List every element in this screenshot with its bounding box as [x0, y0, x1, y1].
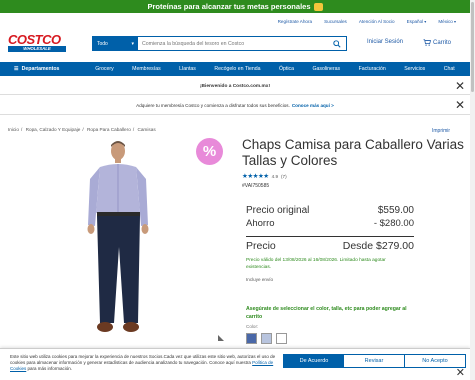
promo-banner[interactable]: Proteínas para alcanzar tus metas person… — [0, 0, 470, 13]
promo-text: Proteínas para alcanzar tus metas person… — [147, 2, 311, 11]
membership-link[interactable]: Conoce más aquí > — [292, 103, 334, 108]
branches-link[interactable]: Sucursales — [318, 19, 353, 24]
color-label: Color: — [246, 324, 259, 329]
hamburger-icon: ☰ — [14, 66, 19, 72]
color-swatch[interactable] — [246, 333, 257, 344]
nav-item-llantas[interactable]: Llantas — [179, 66, 196, 72]
nav-item-membresias[interactable]: Membresías — [132, 66, 161, 72]
language-select[interactable]: Español — [401, 19, 433, 24]
nav-item-facturacion[interactable]: Facturación — [359, 66, 386, 72]
cookie-text-end: para más información. — [27, 366, 73, 372]
discount-badge: % — [196, 138, 223, 165]
nav-item-optica[interactable]: Óptica — [279, 66, 294, 72]
reject-cookies-button[interactable]: No Acepto — [404, 354, 466, 368]
sign-in-link[interactable]: Iniciar Sesión — [367, 39, 403, 45]
cookie-text-block: Este sitio web utiliza cookies para mejo… — [10, 354, 280, 373]
item-number: #VAI750585 — [242, 183, 270, 189]
logo-wordmark: COSTCO — [8, 32, 61, 47]
welcome-text: ¡Bienvenido a Costco.com.mx! — [199, 83, 271, 89]
country-select[interactable]: México — [432, 19, 462, 24]
price-from-label: Desde — [342, 240, 374, 252]
accept-cookies-button[interactable]: De Acuerdo — [283, 354, 345, 368]
rating-stars-icon: ★★★★★ — [242, 173, 269, 180]
register-link[interactable]: Regístrate Ahora — [272, 19, 318, 24]
cart-link[interactable]: Carrito — [423, 39, 451, 46]
membership-banner: Adquiere tu membresía Costco y comienza … — [0, 97, 470, 115]
support-link[interactable]: Atención Al Socio — [353, 19, 401, 24]
top-links: Regístrate Ahora Sucursales Atención Al … — [0, 15, 470, 27]
nav-item-grocery[interactable]: Grocery — [95, 66, 113, 72]
search-input[interactable] — [138, 37, 328, 50]
original-price-value: $559.00 — [377, 205, 414, 216]
color-swatch[interactable] — [276, 333, 287, 344]
search-button[interactable] — [328, 37, 346, 50]
rating-value: 4.9 — [271, 173, 279, 179]
selection-note: Asegúrate de seleccionar el color, talla… — [246, 306, 407, 320]
final-price-row: Precio Desde $279.00 — [246, 240, 414, 254]
savings-label: Ahorro — [246, 218, 275, 229]
breadcrumb-item[interactable]: Ropa, Calzado Y Equipaje — [26, 127, 81, 132]
final-price-group: Desde $279.00 — [343, 240, 414, 254]
breadcrumb-item[interactable]: Ropa Para Caballero — [87, 127, 131, 132]
original-price-label: Precio original — [246, 205, 310, 216]
price-validity: Precio válido del 13/08/2026 al 16/08/20… — [246, 258, 386, 270]
search-icon — [333, 39, 341, 48]
color-swatches — [246, 333, 287, 344]
welcome-banner: ¡Bienvenido a Costco.com.mx! ✕ — [0, 78, 470, 95]
nav-item-chat[interactable]: Chat — [444, 66, 455, 72]
nav-item-recogelo[interactable]: Recógelo en Tienda — [214, 66, 260, 72]
review-cookies-button[interactable]: Revisar — [343, 354, 405, 368]
product-image[interactable] — [78, 137, 228, 345]
scrollbar-thumb[interactable] — [471, 2, 474, 92]
nav-item-gasolineras[interactable]: Gasolineras — [312, 66, 340, 72]
costco-logo[interactable]: COSTCO WHOLESALE — [8, 33, 69, 53]
final-price-label: Precio — [246, 240, 276, 252]
cookie-banner: Este sitio web utiliza cookies para mejo… — [0, 348, 470, 380]
nav-items: Grocery Membresías Llantas Recógelo en T… — [86, 66, 470, 72]
final-price-value: $279.00 — [376, 240, 414, 252]
close-icon[interactable]: ✕ — [456, 368, 465, 379]
close-icon[interactable]: ✕ — [455, 80, 465, 92]
breadcrumb-item[interactable]: Camisas — [137, 127, 155, 132]
chevron-down-icon: ▾ — [131, 40, 134, 47]
departments-menu[interactable]: ☰ Departamentos — [0, 66, 86, 72]
close-icon[interactable]: ✕ — [455, 99, 465, 111]
main-nav: ☰ Departamentos Grocery Membresías Llant… — [0, 62, 470, 76]
nav-item-servicios[interactable]: Servicios — [404, 66, 425, 72]
price-divider — [246, 236, 414, 237]
savings-row: Ahorro - $280.00 — [246, 218, 414, 231]
membership-text: Adquiere tu membresía Costco y comienza … — [136, 103, 290, 108]
departments-label: Departamentos — [21, 66, 60, 72]
rating-count: (7) — [281, 173, 287, 179]
site-header: COSTCO WHOLESALE Todo ▾ Iniciar Sesión C… — [0, 28, 470, 60]
cart-icon — [423, 39, 431, 46]
price-box: Precio original $559.00 Ahorro - $280.00… — [246, 205, 414, 282]
color-swatch[interactable] — [261, 333, 272, 344]
original-price-row: Precio original $559.00 — [246, 205, 414, 218]
savings-value: - $280.00 — [373, 218, 414, 229]
cookie-text: Este sitio web utiliza cookies para mejo… — [10, 354, 276, 366]
page-scrollbar[interactable] — [470, 0, 475, 380]
search-category-select[interactable]: Todo ▾ — [93, 37, 138, 50]
print-link[interactable]: Imprimir — [432, 128, 450, 134]
search-bar: Todo ▾ — [92, 36, 347, 51]
breadcrumb: Inicio / Ropa, Calzado Y Equipaje / Ropa P… — [8, 127, 156, 132]
search-category-label: Todo — [97, 40, 108, 47]
product-rating[interactable]: ★★★★★ 4.9 (7) — [242, 172, 287, 180]
breadcrumb-item[interactable]: Inicio — [8, 127, 19, 132]
shipping-note: Incluye envío — [246, 277, 274, 282]
product-title: Chaps Camisa para Caballero Varias Talla… — [242, 137, 464, 168]
cart-label: Carrito — [433, 39, 452, 46]
flex-emoji-icon — [313, 2, 323, 11]
